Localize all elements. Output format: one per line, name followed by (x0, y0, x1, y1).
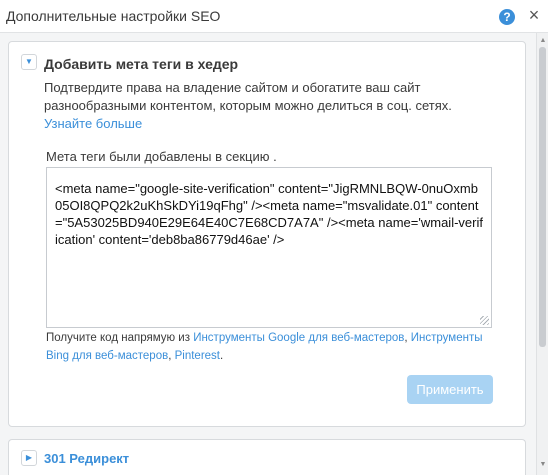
scrollbar[interactable]: ▲ ▼ (536, 33, 548, 475)
pinterest-link[interactable]: Pinterest (175, 350, 220, 362)
description-text: Подтвердите права на владение сайтом и о… (44, 80, 452, 113)
source-links-text: Получите код напрямую из Инструменты Goo… (46, 329, 506, 365)
scrollbar-thumb[interactable] (539, 47, 546, 347)
learn-more-link[interactable]: Узнайте больше (44, 116, 142, 131)
scroll-up-icon[interactable]: ▲ (539, 37, 547, 45)
scroll-down-icon[interactable]: ▼ (539, 461, 547, 469)
meta-tags-value[interactable]: <meta name="google-site-verification" co… (55, 180, 483, 248)
google-webmaster-link[interactable]: Инструменты Google для веб-мастеров (193, 332, 404, 344)
resize-handle-icon[interactable] (480, 316, 489, 325)
help-icon[interactable]: ? (499, 9, 515, 25)
meta-tags-textarea[interactable]: <meta name="google-site-verification" co… (46, 167, 492, 328)
meta-tags-panel: ▼ Добавить мета теги в хедер Подтвердите… (8, 41, 526, 427)
apply-button[interactable]: Применить (407, 375, 493, 404)
section-title[interactable]: Добавить мета теги в хедер (44, 56, 238, 72)
redirect-title[interactable]: 301 Редирект (44, 451, 129, 466)
section-description: Подтвердите права на владение сайтом и о… (44, 79, 504, 133)
redirect-panel[interactable]: ▶ 301 Редирект (8, 439, 526, 475)
dialog-header: Дополнительные настройки SEO ? × (0, 0, 548, 33)
dialog-title: Дополнительные настройки SEO (6, 8, 221, 24)
close-icon[interactable]: × (525, 5, 543, 25)
chevron-right-icon[interactable]: ▶ (21, 450, 37, 466)
meta-info-text: Мета теги были добавлены в секцию . (46, 149, 277, 164)
footer-prefix: Получите код напрямую из (46, 332, 194, 344)
footer-suffix: . (220, 350, 224, 362)
chevron-down-icon[interactable]: ▼ (21, 54, 37, 70)
